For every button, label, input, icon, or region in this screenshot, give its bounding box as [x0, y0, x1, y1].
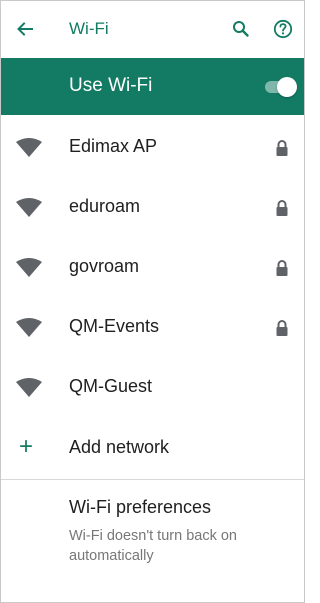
use-wifi-label: Use Wi-Fi	[69, 75, 153, 96]
wifi-signal-icon	[16, 378, 42, 397]
wifi-signal-icon	[16, 198, 42, 217]
network-item-govroam[interactable]: govroam	[1, 238, 304, 298]
wifi-settings-screen: Wi-Fi Use Wi-Fi Edimax AP eduroam govroa…	[0, 0, 305, 603]
add-network-label: Add network	[69, 437, 170, 457]
wifi-preferences-item[interactable]: Wi-Fi preferences Wi-Fi doesn't turn bac…	[1, 481, 304, 581]
wifi-preferences-summary: Wi-Fi doesn't turn back on automatically	[69, 528, 237, 564]
page-title: Wi-Fi	[69, 19, 109, 38]
help-circle-icon	[273, 19, 293, 39]
arrow-left-icon	[17, 22, 33, 36]
network-item-eduroam[interactable]: eduroam	[1, 178, 304, 238]
wifi-preferences-title: Wi-Fi preferences	[69, 497, 212, 517]
wifi-signal-icon	[16, 318, 42, 337]
top-app-bar: Wi-Fi	[1, 1, 304, 58]
search-button[interactable]	[227, 15, 255, 43]
help-button[interactable]	[269, 15, 297, 43]
add-network-item[interactable]: + Add network	[1, 418, 304, 478]
lock-icon	[276, 260, 288, 276]
network-item-qm-events[interactable]: QM-Events	[1, 298, 304, 358]
lock-icon	[276, 200, 288, 216]
network-name: QM-Events	[69, 316, 160, 336]
network-name: eduroam	[69, 196, 141, 216]
toggle-thumb	[277, 77, 297, 97]
wifi-signal-icon	[16, 138, 42, 157]
network-item-edimax-ap[interactable]: Edimax AP	[1, 118, 304, 178]
lock-icon	[276, 320, 288, 336]
network-item-qm-guest[interactable]: QM-Guest	[1, 358, 304, 418]
back-button[interactable]	[11, 15, 39, 43]
lock-icon	[276, 140, 288, 156]
section-divider	[1, 479, 304, 480]
network-name: govroam	[69, 256, 140, 276]
wifi-signal-icon	[16, 258, 42, 277]
plus-icon: +	[19, 433, 34, 460]
network-name: Edimax AP	[69, 136, 158, 156]
search-icon	[233, 21, 249, 37]
network-name: QM-Guest	[69, 376, 153, 396]
use-wifi-toggle[interactable]	[263, 76, 297, 98]
use-wifi-bar[interactable]: Use Wi-Fi	[1, 58, 304, 115]
